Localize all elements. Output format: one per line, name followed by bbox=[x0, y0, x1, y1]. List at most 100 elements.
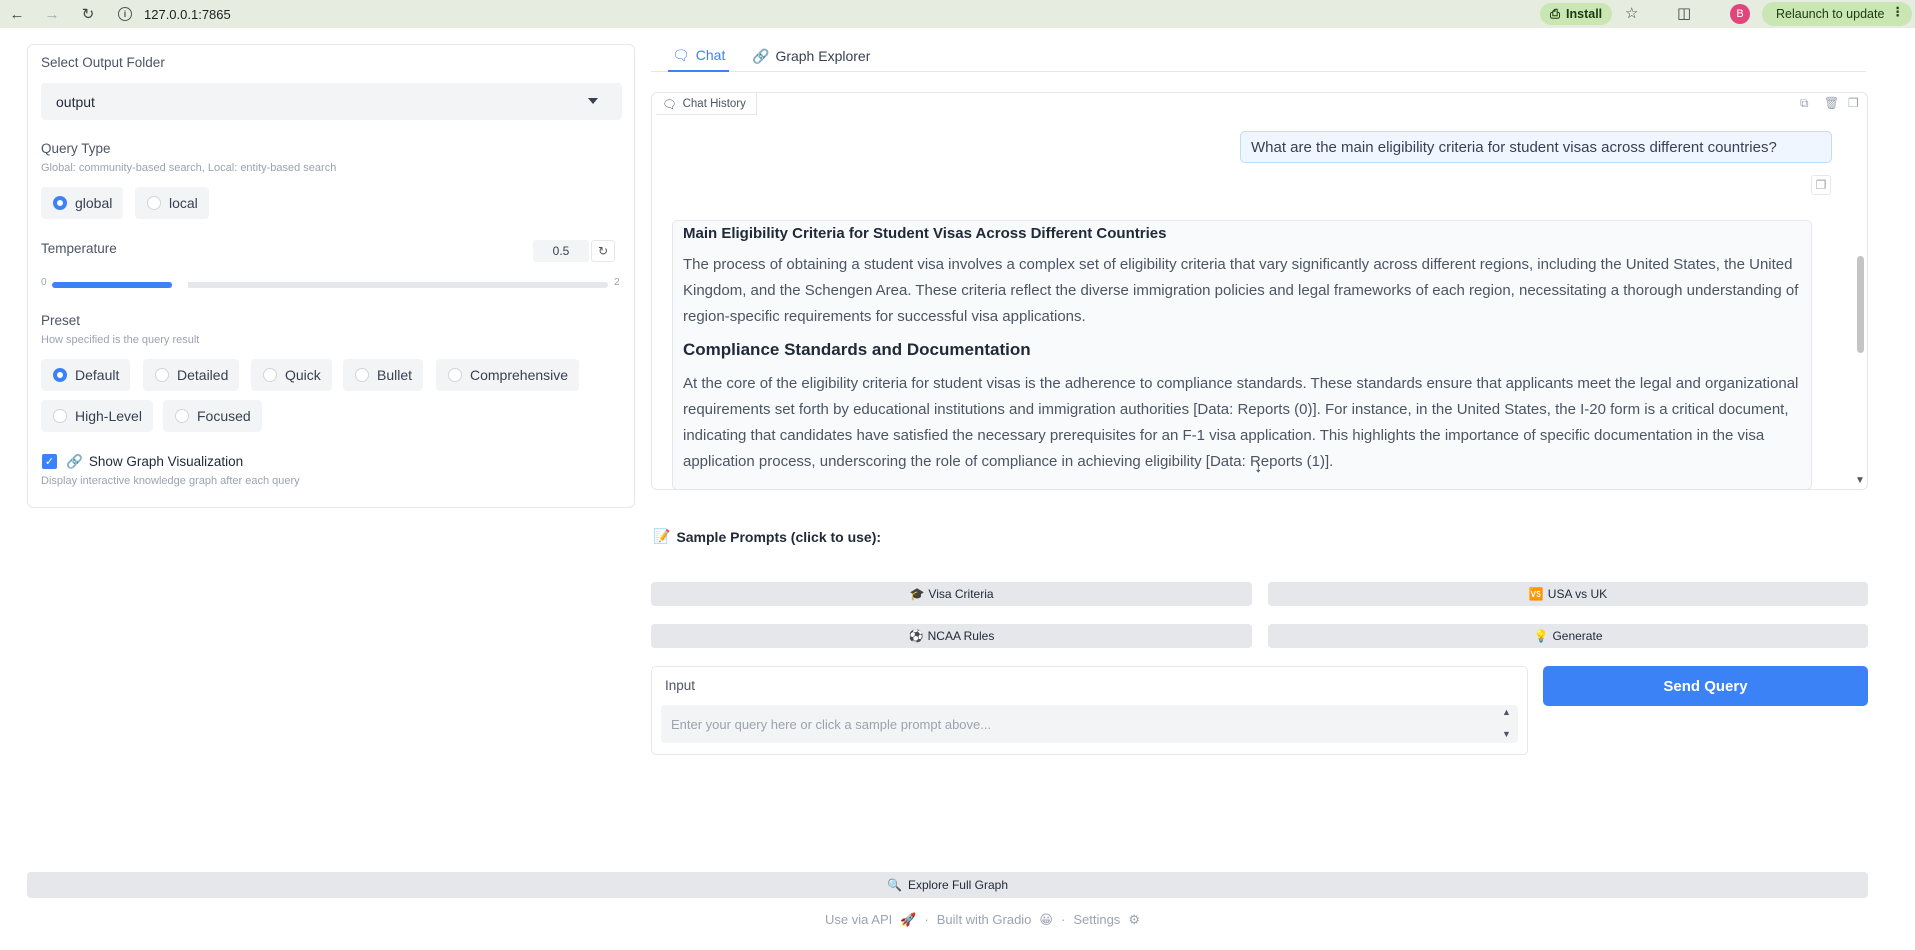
temperature-label: Temperature bbox=[41, 241, 117, 256]
use-via-api-link[interactable]: Use via API bbox=[825, 912, 892, 928]
gear-icon: ⚙ bbox=[1128, 912, 1140, 927]
scroll-down-icon[interactable]: ▼ bbox=[1502, 729, 1511, 739]
query-type-label: Query Type bbox=[41, 141, 111, 156]
lightbulb-icon: 💡 bbox=[1533, 629, 1549, 643]
tab-chat[interactable]: 🗨 Chat bbox=[668, 40, 730, 72]
bot-subheading: Compliance Standards and Documentation bbox=[683, 340, 1031, 359]
rocket-icon: 🚀 bbox=[900, 912, 917, 927]
reload-icon[interactable]: ↻ bbox=[75, 1, 101, 27]
show-graph-text: Show Graph Visualization bbox=[88, 454, 244, 469]
radio-label: Quick bbox=[285, 367, 321, 383]
temperature-input[interactable]: 0.5 bbox=[533, 240, 589, 262]
copy-icon[interactable]: ❐ bbox=[1811, 175, 1831, 195]
chat-icon: 🗨 bbox=[672, 46, 690, 63]
radio-label: Comprehensive bbox=[470, 367, 569, 383]
radio-high-level[interactable]: High-Level bbox=[41, 400, 153, 432]
radio-dot bbox=[155, 368, 169, 382]
input-label: Input bbox=[665, 678, 696, 693]
radio-label: High-Level bbox=[75, 408, 142, 424]
relaunch-button[interactable]: Relaunch to update ⋮ bbox=[1762, 2, 1912, 26]
extensions-icon[interactable]: ◫ bbox=[1677, 4, 1691, 22]
radio-dot bbox=[147, 196, 161, 210]
send-query-button[interactable]: Send Query bbox=[1543, 666, 1868, 706]
install-button[interactable]: ⎙ Install bbox=[1540, 3, 1613, 25]
preset-info: How specified is the query result bbox=[41, 334, 200, 346]
sample-prompts-text: Sample Prompts (click to use): bbox=[676, 528, 882, 545]
copy-all-icon[interactable]: ❐ bbox=[1848, 96, 1859, 110]
settings-link[interactable]: Settings bbox=[1073, 912, 1120, 928]
menu-dots-icon[interactable]: ⋮ bbox=[1892, 4, 1905, 19]
radio-local[interactable]: local bbox=[135, 187, 209, 219]
radio-label: global bbox=[75, 195, 113, 211]
query-type-info: Global: community-based search, Local: e… bbox=[41, 162, 337, 174]
radio-dot bbox=[53, 196, 67, 210]
radio-default[interactable]: Default bbox=[41, 359, 131, 391]
sample-generate-button[interactable]: 💡 Generate bbox=[1268, 624, 1868, 648]
radio-global[interactable]: global bbox=[41, 187, 124, 219]
radio-focused[interactable]: Focused bbox=[163, 400, 262, 432]
bookmark-star-icon[interactable]: ☆ bbox=[1625, 4, 1638, 22]
radio-quick[interactable]: Quick bbox=[251, 359, 332, 391]
graduation-cap-icon: 🎓 bbox=[909, 587, 925, 601]
site-info-icon[interactable]: i bbox=[118, 7, 132, 21]
tab-label: Graph Explorer bbox=[775, 48, 871, 64]
slider-fill bbox=[52, 282, 172, 288]
slider-thumb[interactable] bbox=[171, 276, 188, 294]
chat-icon: 🗨 bbox=[662, 98, 677, 111]
scroll-down-icon[interactable]: ↓ bbox=[1254, 457, 1263, 477]
radio-label: Detailed bbox=[177, 367, 229, 383]
chat-label-text: Chat History bbox=[682, 97, 746, 110]
browser-toolbar: ← → ↻ i 127.0.0.1:7865 ⎙ Install ☆ ◫ B R… bbox=[0, 0, 1915, 28]
gradio-logo-icon: 😀 bbox=[1039, 912, 1053, 927]
soccer-ball-icon: ⚽ bbox=[908, 629, 924, 643]
radio-comprehensive[interactable]: Comprehensive bbox=[436, 359, 580, 391]
bot-paragraph: At the core of the eligibility criteria … bbox=[683, 375, 1799, 470]
query-input[interactable] bbox=[661, 705, 1518, 743]
avatar[interactable]: B bbox=[1730, 4, 1750, 24]
radio-detailed[interactable]: Detailed bbox=[143, 359, 240, 391]
preset-label: Preset bbox=[41, 313, 81, 328]
temperature-slider[interactable] bbox=[52, 276, 608, 294]
back-icon[interactable]: ← bbox=[4, 1, 30, 27]
radio-label: Default bbox=[75, 367, 120, 383]
radio-bullet[interactable]: Bullet bbox=[343, 359, 424, 391]
scroll-up-icon[interactable]: ▲ bbox=[1502, 707, 1511, 717]
settings-panel: Select Output Folder output Query Type G… bbox=[27, 44, 635, 508]
output-folder-dropdown[interactable]: output bbox=[41, 83, 622, 120]
output-folder-value: output bbox=[56, 93, 95, 110]
slider-max: 2 bbox=[614, 277, 620, 288]
sample-visa-criteria-button[interactable]: 🎓 Visa Criteria bbox=[651, 582, 1252, 606]
show-graph-info: Display interactive knowledge graph afte… bbox=[41, 475, 300, 487]
trash-icon[interactable]: 🗑 bbox=[1824, 96, 1839, 110]
radio-dot bbox=[175, 409, 189, 423]
scrollbar[interactable] bbox=[1857, 256, 1864, 353]
link-icon: 🔗 bbox=[66, 454, 83, 469]
sample-label: USA vs UK bbox=[1547, 587, 1608, 601]
link-icon: 🔗 bbox=[752, 47, 770, 64]
tab-label: Chat bbox=[695, 47, 726, 63]
query-input-block: Input ▲ ▼ bbox=[651, 666, 1528, 755]
magnifier-icon: 🔍 bbox=[887, 878, 902, 892]
chat-history[interactable]: 🗨 Chat History ⧉ 🗑 ❐ What are the main e… bbox=[651, 92, 1868, 490]
share-icon[interactable]: ⧉ bbox=[1800, 96, 1809, 111]
chat-history-label: 🗨 Chat History bbox=[656, 93, 757, 115]
tab-graph-explorer[interactable]: 🔗 Graph Explorer bbox=[752, 40, 870, 72]
reset-icon[interactable]: ↻ bbox=[591, 240, 615, 262]
forward-icon[interactable]: → bbox=[39, 1, 65, 27]
show-graph-checkbox[interactable]: ✓ bbox=[42, 454, 57, 469]
sample-label: Visa Criteria bbox=[928, 587, 994, 601]
chevron-down-icon bbox=[588, 98, 598, 104]
explore-full-graph-button[interactable]: 🔍 Explore Full Graph bbox=[27, 872, 1868, 898]
scroll-arrow-icon[interactable]: ▼ bbox=[1855, 475, 1865, 486]
show-graph-label: 🔗 Show Graph Visualization bbox=[66, 454, 243, 470]
radio-dot bbox=[53, 368, 67, 382]
address-bar[interactable]: i 127.0.0.1:7865 bbox=[118, 2, 1498, 26]
sample-ncaa-rules-button[interactable]: ⚽ NCAA Rules bbox=[651, 624, 1252, 648]
slider-min: 0 bbox=[41, 277, 47, 288]
sample-usa-vs-uk-button[interactable]: 🆚 USA vs UK bbox=[1268, 582, 1868, 606]
output-folder-label: Select Output Folder bbox=[41, 55, 165, 70]
radio-dot bbox=[355, 368, 369, 382]
built-with-gradio-link[interactable]: Built with Gradio bbox=[937, 912, 1032, 928]
bot-message: Main Eligibility Criteria for Student Vi… bbox=[672, 220, 1812, 490]
radio-dot bbox=[263, 368, 277, 382]
